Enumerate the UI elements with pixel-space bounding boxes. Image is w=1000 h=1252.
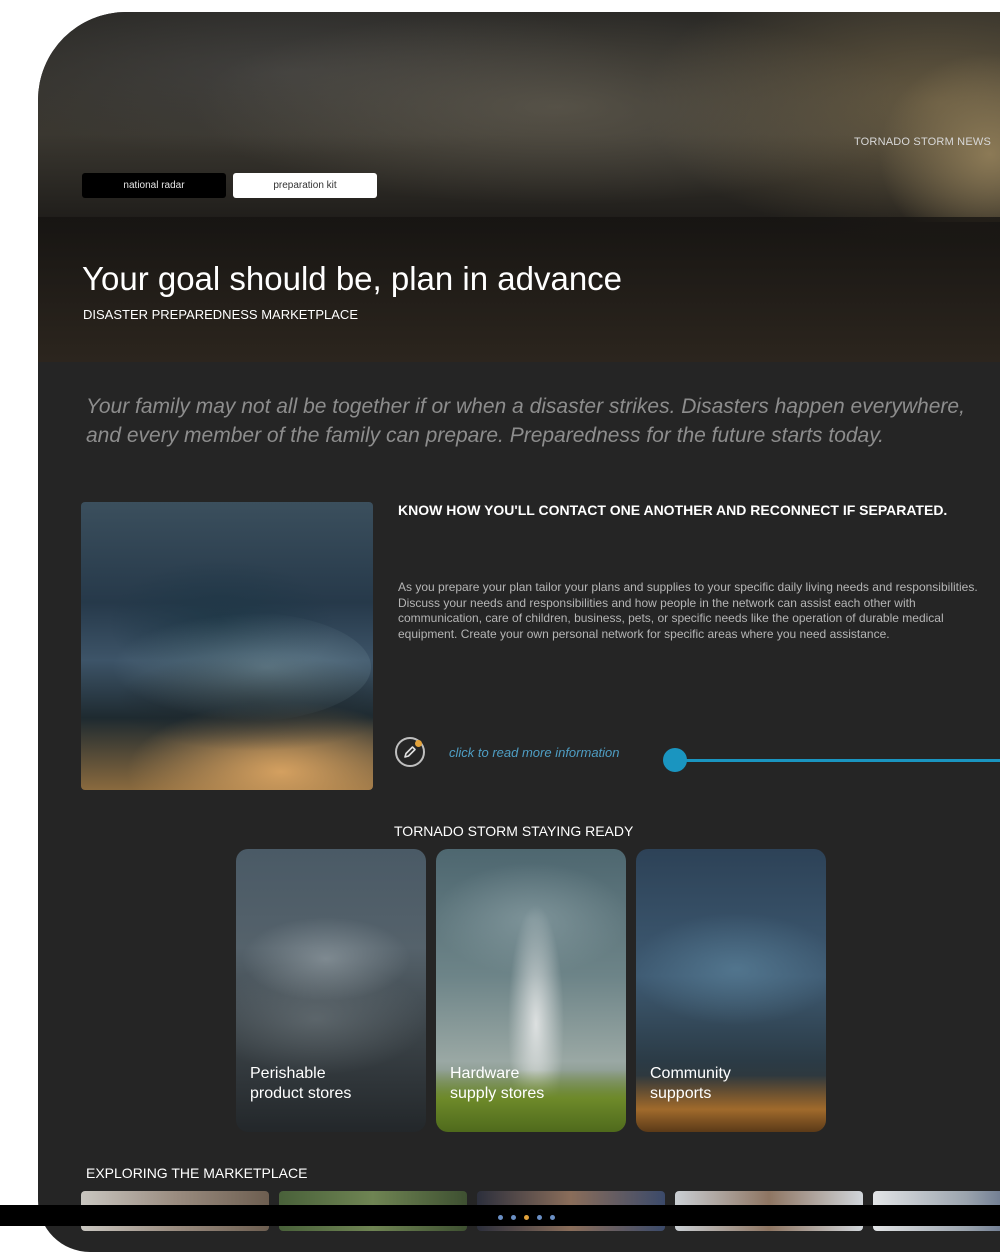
page-dot[interactable]: [537, 1215, 542, 1220]
card-label: Hardware supply stores: [450, 1064, 544, 1104]
hero-banner: sign TORNADO STORM NEWS national radar p…: [38, 12, 1000, 362]
marketplace-title: EXPLORING THE MARKETPLACE: [86, 1165, 308, 1181]
read-more-row: click to read more information: [395, 737, 620, 767]
card-label-line1: Perishable: [250, 1065, 326, 1082]
card-label-line1: Hardware: [450, 1065, 520, 1082]
card-community-supports[interactable]: Community supports: [636, 849, 826, 1132]
hero-tabs: national radar preparation kit: [82, 173, 377, 198]
card-hardware-stores[interactable]: Hardware supply stores: [436, 849, 626, 1132]
page-indicator: [498, 1215, 555, 1220]
staying-ready-title: TORNADO STORM STAYING READY: [394, 823, 634, 839]
page-title: Your goal should be, plan in advance: [82, 260, 623, 297]
news-link[interactable]: TORNADO STORM NEWS: [854, 136, 991, 148]
page-dot[interactable]: [498, 1215, 503, 1220]
tab-preparation-kit[interactable]: preparation kit: [233, 173, 377, 198]
card-label-line1: Community: [650, 1065, 731, 1082]
page-dot-active[interactable]: [524, 1215, 529, 1220]
tab-national-radar[interactable]: national radar: [82, 173, 226, 198]
pencil-glyph: [404, 746, 416, 758]
page-subtitle: DISASTER PREPAREDNESS MARKETPLACE: [83, 307, 358, 322]
intro-text: Your family may not all be together if o…: [86, 395, 965, 447]
card-perishable-stores[interactable]: Perishable product stores: [236, 849, 426, 1132]
card-label-line2: product stores: [250, 1085, 352, 1102]
page-dot[interactable]: [511, 1215, 516, 1220]
read-more-link[interactable]: click to read more information: [449, 745, 620, 760]
pencil-icon[interactable]: [395, 737, 425, 767]
card-label: Perishable product stores: [250, 1064, 351, 1104]
app-screen: sign TORNADO STORM NEWS national radar p…: [38, 12, 1000, 1252]
card-label-line2: supply stores: [450, 1085, 545, 1102]
slider-handle[interactable]: [663, 748, 687, 772]
feature-body: As you prepare your plan tailor your pla…: [398, 580, 978, 641]
feature-heading: KNOW HOW YOU'LL CONTACT ONE ANOTHER AND …: [398, 502, 948, 518]
card-label-line2: supports: [650, 1085, 712, 1102]
storm-swirl: [111, 612, 371, 722]
page-dot[interactable]: [550, 1215, 555, 1220]
slider-track[interactable]: [676, 759, 1000, 762]
card-label: Community supports: [650, 1064, 731, 1104]
feature-image: [81, 502, 373, 790]
